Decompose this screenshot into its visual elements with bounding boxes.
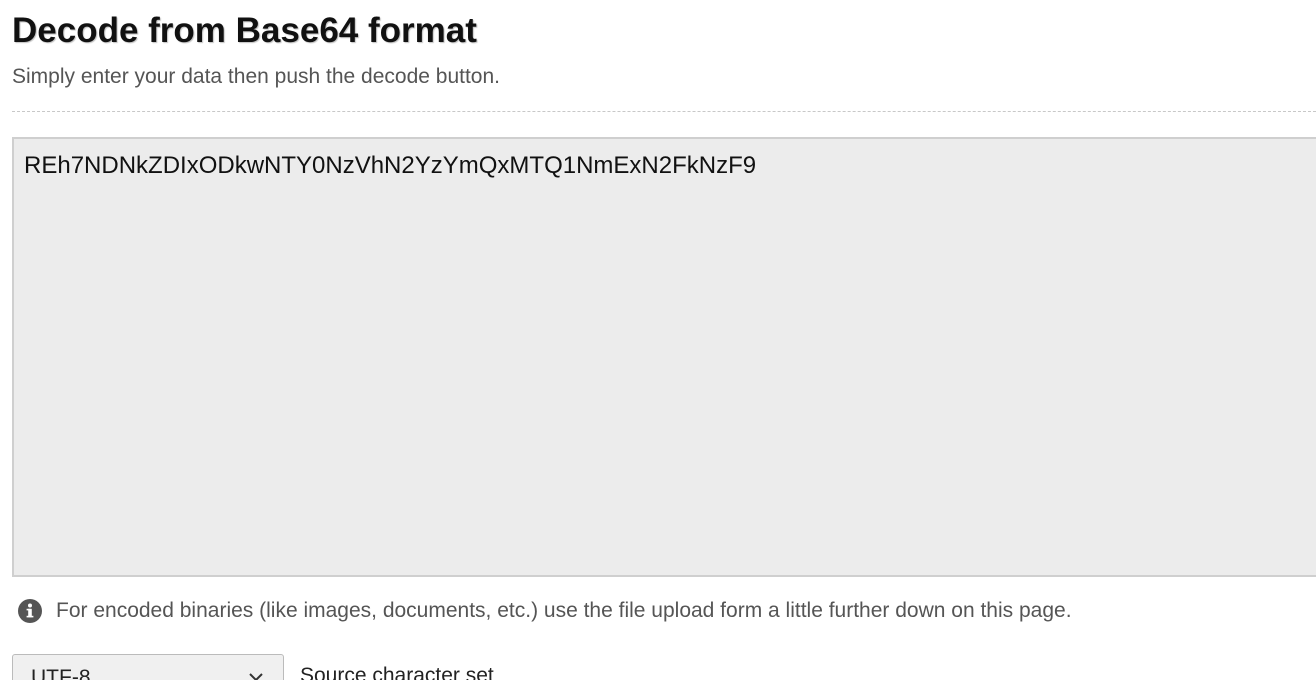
charset-label: Source character set [300, 664, 494, 680]
decode-page: Decode from Base64 format Simply enter y… [0, 0, 1316, 680]
info-text: For encoded binaries (like images, docum… [56, 599, 1072, 622]
charset-selected-value: UTF-8 [31, 666, 91, 680]
info-note: For encoded binaries (like images, docum… [18, 597, 1072, 625]
chevron-down-icon [247, 668, 265, 680]
charset-select[interactable]: UTF-8 [12, 654, 284, 680]
info-icon [18, 599, 42, 623]
dashed-divider [12, 111, 1316, 112]
base64-input-textarea[interactable]: REh7NDNkZDIxODkwNTY0NzVhN2YzYmQxMTQ1NmEx… [12, 137, 1316, 577]
page-subtitle: Simply enter your data then push the dec… [12, 65, 500, 88]
page-title: Decode from Base64 format [12, 11, 477, 50]
